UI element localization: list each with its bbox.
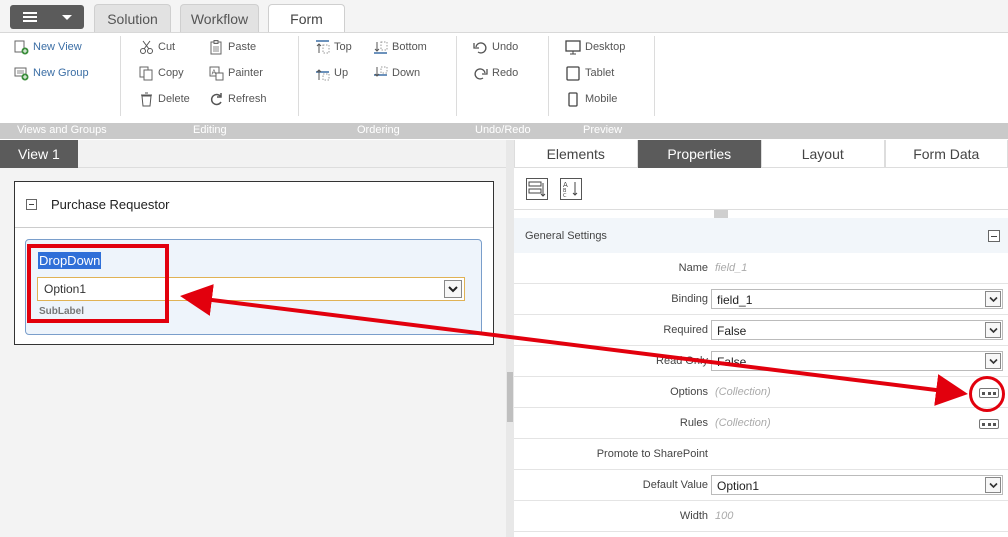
annotation-arrow: [180, 284, 968, 406]
